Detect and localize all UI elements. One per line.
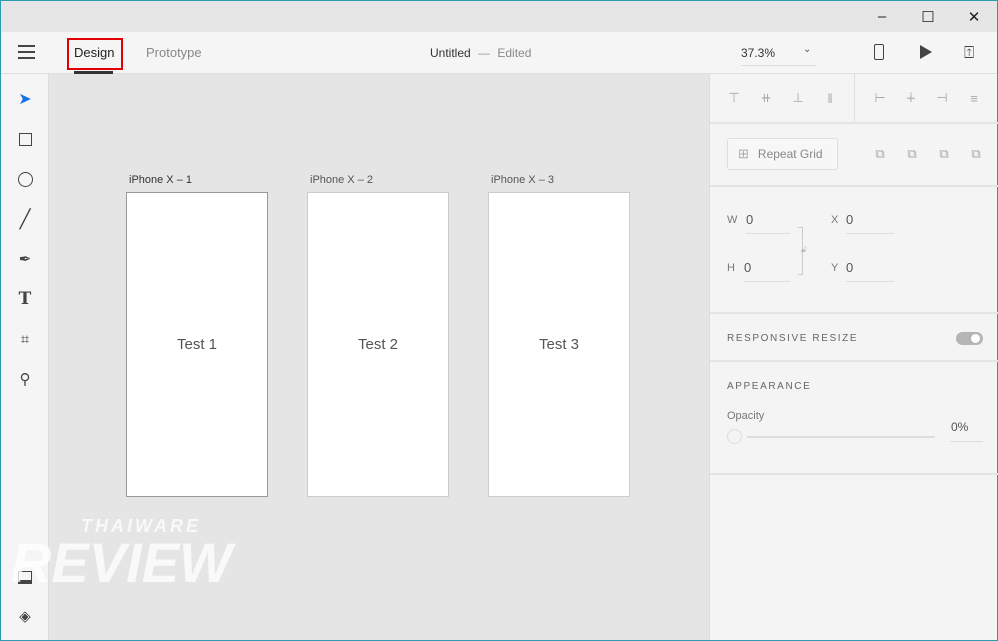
minimize-button[interactable]: – (859, 1, 905, 32)
opacity-value[interactable]: 0% (951, 420, 968, 434)
responsive-resize-toggle[interactable] (956, 332, 983, 345)
artboard-label[interactable]: iPhone X – 3 (491, 174, 554, 186)
x-input-underline (846, 233, 894, 234)
y-label: Y (831, 262, 839, 274)
opacity-input-underline (950, 441, 983, 442)
top-toolbar: Design Prototype Untitled — Edited 37.3%… (1, 32, 997, 74)
x-value[interactable]: 0 (846, 212, 853, 227)
zoom-tool-icon[interactable]: ⚲ (13, 367, 37, 391)
artboard[interactable]: Test 1 (126, 192, 268, 497)
ellipse-tool-icon[interactable] (13, 167, 37, 191)
artboard-text: Test 1 (176, 336, 218, 353)
hamburger-menu-icon[interactable] (18, 45, 35, 59)
responsive-resize-section: RESPONSIVE RESIZE (710, 314, 998, 362)
grid-icon: ⊞ (738, 146, 749, 161)
align-top-icon[interactable]: ⊤ (726, 90, 742, 106)
repeat-grid-label: Repeat Grid (757, 147, 823, 161)
y-input-underline (846, 281, 894, 282)
rectangle-tool-icon[interactable] (13, 127, 37, 151)
opacity-slider-track[interactable] (747, 436, 935, 438)
watermark-logo: THAIWARE REVIEW (11, 516, 232, 594)
height-input-underline (744, 281, 790, 282)
artboard-label[interactable]: iPhone X – 2 (310, 174, 373, 186)
lock-aspect-icon[interactable]: 🔓︎ (801, 244, 807, 255)
pen-tool-icon[interactable]: ✒ (13, 247, 37, 271)
align-bottom-icon[interactable]: ⊥ (790, 90, 806, 106)
zoom-value: 37.3% (741, 46, 776, 60)
toggle-knob (971, 334, 980, 343)
height-label: H (727, 262, 735, 274)
divider (854, 74, 855, 122)
width-input-underline (746, 233, 790, 234)
document-title: Untitled — Edited (430, 46, 531, 60)
maximize-button[interactable]: ☐ (905, 1, 951, 32)
boolean-add-icon[interactable]: ⧉ (872, 146, 888, 162)
artboard[interactable]: Test 3 (488, 192, 630, 497)
y-value[interactable]: 0 (846, 260, 853, 275)
device-preview-icon[interactable] (874, 44, 884, 60)
artboard-label[interactable]: iPhone X – 1 (129, 174, 192, 186)
align-right-icon[interactable]: ⊣ (934, 90, 950, 106)
tab-prototype[interactable]: Prototype (146, 45, 202, 60)
artboard-text: Test 2 (357, 336, 399, 353)
align-left-icon[interactable]: ⊢ (872, 90, 888, 106)
opacity-label: Opacity (727, 410, 765, 422)
line-tool-icon[interactable]: ╱ (13, 207, 37, 231)
tab-design[interactable]: Design (74, 45, 114, 60)
watermark-line2: REVIEW (11, 531, 232, 594)
align-middle-icon[interactable]: ⧺ (758, 90, 774, 106)
appearance-heading: APPEARANCE (727, 381, 812, 392)
align-section: ⊤ ⧺ ⊥ ‖ ⊢ ∔ ⊣ ≡ (710, 74, 998, 124)
opacity-slider-thumb[interactable] (727, 429, 742, 444)
transform-section: W 0 H 0 🔓︎ X 0 Y 0 (710, 187, 998, 314)
doc-name: Untitled (430, 46, 471, 60)
responsive-resize-label: RESPONSIVE RESIZE (727, 333, 859, 344)
repeat-grid-button[interactable]: ⊞ Repeat Grid (727, 138, 838, 170)
width-value[interactable]: 0 (746, 212, 753, 227)
distribute-vertical-icon[interactable]: ‖ (822, 90, 838, 106)
chevron-down-icon: ⌄ (803, 44, 812, 55)
text-tool-icon[interactable]: T (13, 287, 37, 311)
close-button[interactable]: ✕ (951, 1, 997, 32)
title-separator: — (478, 46, 491, 60)
boolean-intersect-icon[interactable]: ⧉ (936, 146, 952, 162)
share-icon[interactable]: ⍐ (964, 43, 974, 63)
zoom-select[interactable]: 37.3% ⌄ (741, 44, 816, 66)
layers-panel-icon[interactable]: ◈ (13, 604, 37, 628)
artboard[interactable]: Test 2 (307, 192, 449, 497)
play-icon[interactable] (920, 45, 932, 59)
artboard-text: Test 3 (538, 336, 580, 353)
boolean-subtract-icon[interactable]: ⧉ (904, 146, 920, 162)
distribute-horizontal-icon[interactable]: ≡ (966, 90, 982, 106)
boolean-exclude-icon[interactable]: ⧉ (968, 146, 984, 162)
doc-status: Edited (497, 46, 532, 60)
property-inspector: ⊤ ⧺ ⊥ ‖ ⊢ ∔ ⊣ ≡ ⊞ Repeat Grid ⧉ ⧉ ⧉ ⧉ W … (709, 74, 998, 640)
repeat-grid-section: ⊞ Repeat Grid ⧉ ⧉ ⧉ ⧉ (710, 124, 998, 187)
align-center-icon[interactable]: ∔ (903, 90, 919, 106)
title-bar: – ☐ ✕ (1, 1, 997, 32)
artboard-tool-icon[interactable]: ⌗ (13, 327, 37, 351)
x-label: X (831, 214, 839, 226)
width-label: W (727, 214, 738, 226)
select-tool-icon[interactable]: ➤ (13, 87, 37, 111)
appearance-section: APPEARANCE Opacity 0% (710, 362, 998, 475)
height-value[interactable]: 0 (744, 260, 751, 275)
